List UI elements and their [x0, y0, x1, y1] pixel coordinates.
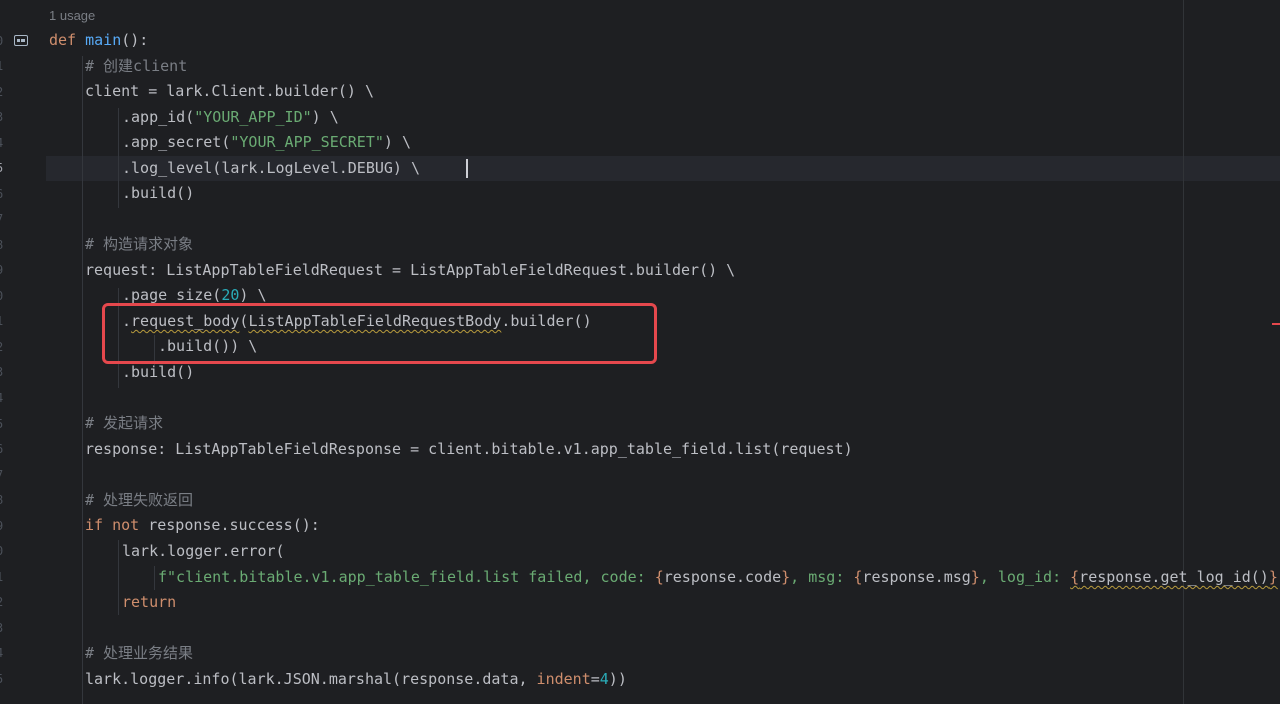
line-number: 3	[0, 110, 8, 124]
comment: # 发起请求	[85, 414, 164, 432]
line-number: 7	[0, 212, 8, 226]
line-number: 2	[0, 595, 8, 609]
code-line: lark.logger.info(lark.JSON.marshal(respo…	[85, 667, 627, 692]
comment: # 创建client	[85, 57, 188, 75]
right-margin-guide	[1183, 0, 1184, 704]
line-number: 4	[0, 391, 8, 405]
line-number: 5	[0, 417, 8, 431]
code-token: .page_size(	[122, 286, 222, 304]
code-line: .build()	[122, 184, 195, 202]
line-number-gutter: 0 1 2 3 4 5 6 7 8 9 0 1 2 3 4 5 6 7 8 9 …	[0, 0, 46, 704]
annotation-highlight-box	[102, 303, 657, 364]
comment: # 处理失败返回	[85, 491, 194, 509]
code-token: response.success():	[139, 516, 320, 534]
keyword-not: not	[112, 516, 140, 534]
code-line: request: ListAppTableFieldRequest = List…	[85, 261, 736, 279]
line-number: 4	[0, 646, 8, 660]
line-number: 0	[0, 544, 8, 558]
line-number: 2	[0, 85, 8, 99]
comment: # 处理业务结果	[85, 644, 194, 662]
code-token: .app_secret(	[122, 133, 231, 151]
code-line: lark.logger.error(	[122, 542, 285, 560]
line-number: 2	[0, 340, 8, 354]
line-number: 3	[0, 621, 8, 635]
fstring-literal: f"client.bitable.v1.app_table_field.list…	[158, 568, 655, 586]
line-number: 0	[0, 34, 8, 48]
line-number: 7	[0, 468, 8, 482]
indent-guide	[118, 108, 119, 208]
code-line: if not response.success():	[85, 513, 320, 538]
fstring-expr: {response.msg}	[853, 568, 980, 586]
indent-guide	[118, 540, 119, 615]
fstring-literal: , msg:	[790, 568, 854, 586]
code-token: ) \	[383, 133, 411, 151]
code-token: =	[590, 670, 600, 688]
fstring-literal: , log_id:	[979, 568, 1071, 586]
line-number-current: 5	[0, 161, 8, 175]
line-number: 4	[0, 136, 8, 150]
line-number: 9	[0, 519, 8, 533]
code-line: client = lark.Client.builder() \	[85, 82, 374, 100]
code-line: .app_id("YOUR_APP_ID") \	[122, 105, 339, 130]
line-number: 6	[0, 442, 8, 456]
number-literal: 4	[599, 670, 609, 688]
keyword-argument: indent	[536, 670, 591, 688]
line-number: 1	[0, 570, 8, 584]
code-token: ))	[608, 670, 627, 688]
fstring-expr: {response.code}	[654, 568, 791, 586]
line-number: 1	[0, 314, 8, 328]
line-number: 3	[0, 365, 8, 379]
indent-guide	[82, 56, 83, 704]
usage-hint[interactable]: 1 usage	[49, 8, 95, 23]
number-literal: 20	[221, 286, 240, 304]
comment: # 构造请求对象	[85, 235, 194, 253]
scrollbar-error-marker[interactable]	[1272, 323, 1280, 325]
code-line: f"client.bitable.v1.app_table_field.list…	[158, 565, 1278, 590]
line-number: 8	[0, 493, 8, 507]
indent-guide	[154, 566, 155, 590]
code-line: def main():	[49, 28, 148, 53]
function-structure-icon[interactable]	[14, 35, 28, 46]
code-line: .app_secret("YOUR_APP_SECRET") \	[122, 130, 411, 155]
code-token: lark.logger.info(lark.JSON.marshal(respo…	[85, 670, 537, 688]
keyword-def: def	[49, 31, 77, 49]
text-caret	[466, 159, 468, 178]
line-number: 0	[0, 289, 8, 303]
code-line: .log_level(lark.LogLevel.DEBUG) \	[122, 159, 421, 177]
code-line: response: ListAppTableFieldResponse = cl…	[85, 440, 853, 458]
code-token: .app_id(	[122, 108, 195, 126]
keyword-return: return	[122, 593, 177, 611]
line-number: 1	[0, 59, 8, 73]
string-literal: "YOUR_APP_ID"	[194, 108, 312, 126]
code-token: ) \	[311, 108, 339, 126]
keyword-if: if	[85, 516, 104, 534]
fstring-expr: {response.get_log_id()}	[1070, 568, 1278, 586]
line-number: 8	[0, 238, 8, 252]
line-number: 5	[0, 672, 8, 686]
code-token: ) \	[239, 286, 267, 304]
code-token: ():	[121, 31, 149, 49]
line-number: 6	[0, 187, 8, 201]
line-number: 9	[0, 263, 8, 277]
string-literal: "YOUR_APP_SECRET"	[230, 133, 384, 151]
function-name[interactable]: main	[85, 31, 121, 49]
